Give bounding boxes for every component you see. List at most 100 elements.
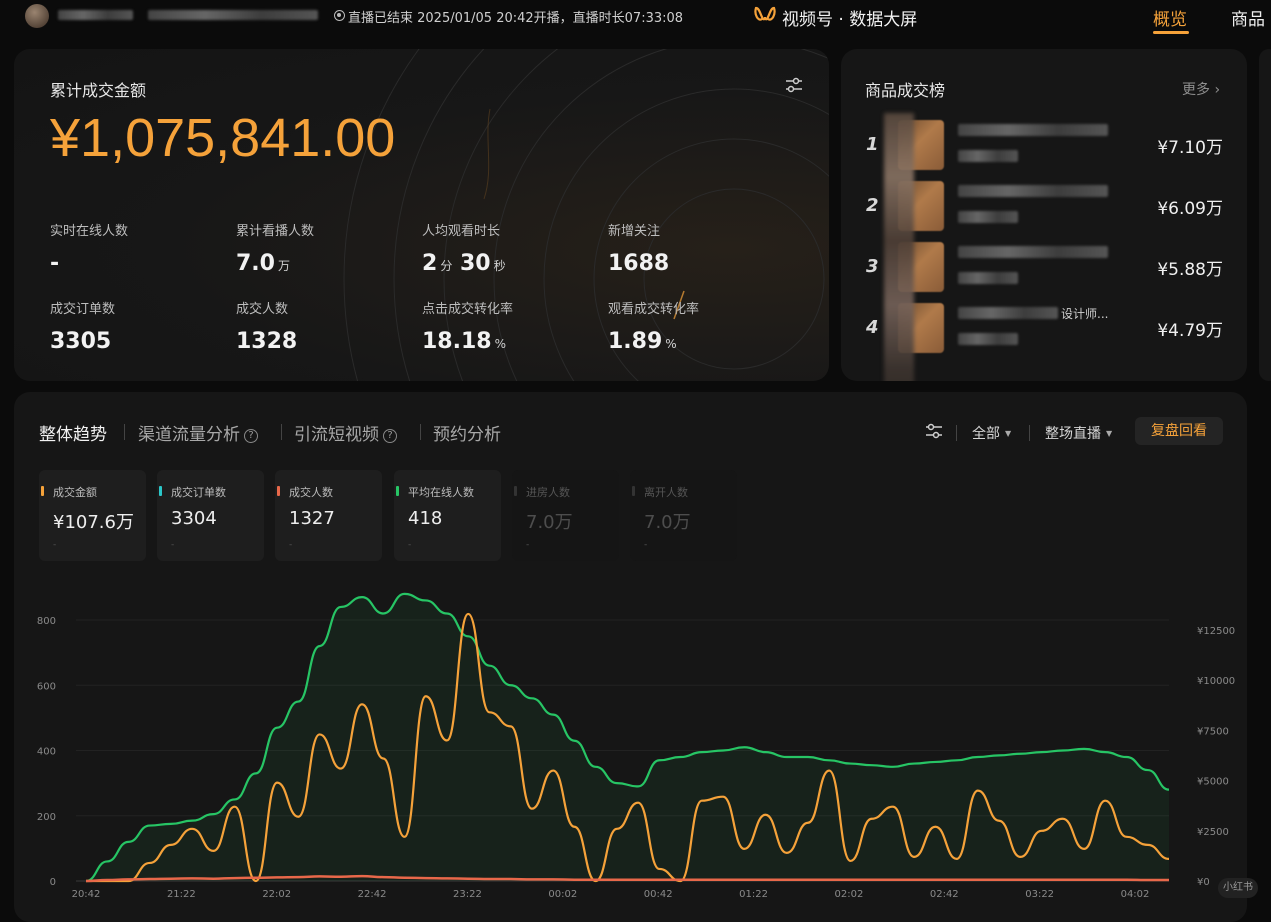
x-tick-label: 21:22 bbox=[167, 889, 196, 900]
replay-review-button[interactable]: 复盘回看 bbox=[1135, 417, 1223, 445]
metric-new-followers: 新增关注 1688 bbox=[608, 220, 669, 276]
kpi-tile-room-exits[interactable]: 离开人数 7.0万 - bbox=[630, 470, 737, 561]
kpi-tile-avg-online[interactable]: 平均在线人数 418 - bbox=[394, 470, 501, 561]
blurred-product-name bbox=[958, 272, 1018, 284]
series-color-marker bbox=[514, 486, 517, 496]
kpi-label: 成交金额 bbox=[53, 486, 97, 499]
kpi-tile-orders[interactable]: 成交订单数 3304 - bbox=[157, 470, 264, 561]
kpi-change: - bbox=[408, 540, 412, 550]
tab-divider bbox=[281, 424, 282, 440]
blurred-product-name bbox=[958, 246, 1108, 258]
kpi-tile-room-entries[interactable]: 进房人数 7.0万 - bbox=[512, 470, 619, 561]
blurred-product-name bbox=[958, 307, 1058, 319]
metric-value: 7.0 万 bbox=[236, 251, 290, 276]
y-left-tick-label: 400 bbox=[37, 747, 56, 758]
kpi-tile-buyers[interactable]: 成交人数 1327 - bbox=[275, 470, 382, 561]
x-tick-label: 02:02 bbox=[834, 889, 863, 900]
channels-logo-icon bbox=[754, 6, 776, 21]
metric-label: 新增关注 bbox=[608, 224, 661, 239]
metric-view-conversion: 观看成交转化率 1.89% bbox=[608, 298, 699, 354]
kpi-change: - bbox=[526, 540, 530, 550]
help-icon[interactable]: ? bbox=[383, 429, 397, 443]
metric-label: 观看成交转化率 bbox=[608, 302, 700, 317]
tab-short-videos[interactable]: 引流短视频? bbox=[294, 420, 397, 445]
y-left-tick-label: 200 bbox=[37, 812, 56, 823]
kpi-value: 1327 bbox=[289, 508, 335, 529]
kpi-value: 418 bbox=[408, 508, 443, 529]
metric-value: 2分 30 秒 bbox=[422, 251, 506, 276]
trend-chart[interactable]: 0 200 400 600 800 ¥0 ¥2500 ¥5000 ¥7500 ¥10000 ¥125… bbox=[14, 572, 1247, 912]
x-tick-label: 02:42 bbox=[930, 889, 959, 900]
x-tick-label: 23:22 bbox=[453, 889, 482, 900]
partial-side-card bbox=[1259, 49, 1271, 381]
summary-card: 累计成交金额 ¥1,075,841.00 实时在线人数 - 累计看播人数 7.0… bbox=[14, 49, 829, 381]
nav-tab-products[interactable]: 商品 bbox=[1231, 5, 1265, 30]
kpi-value: 3304 bbox=[171, 508, 217, 529]
y-right-tick-label: ¥2500 bbox=[1197, 827, 1229, 838]
kpi-label: 离开人数 bbox=[644, 486, 688, 499]
help-icon[interactable]: ? bbox=[244, 429, 258, 443]
nav-tab-overview[interactable]: 概览 bbox=[1153, 5, 1187, 30]
kpi-label: 成交人数 bbox=[289, 486, 333, 499]
series-color-marker bbox=[396, 486, 399, 496]
product-ranking-card: 商品成交榜 更多 › 1 ¥7.10万 2 ¥6.09万 3 ¥5.88万 4 … bbox=[841, 49, 1247, 381]
rank-number: 1 bbox=[866, 134, 879, 155]
product-name-tail: 设计师... bbox=[1061, 307, 1109, 321]
rank-amount: ¥7.10万 bbox=[1157, 138, 1223, 158]
kpi-label: 进房人数 bbox=[526, 486, 570, 499]
metric-online-now: 实时在线人数 - bbox=[50, 220, 128, 276]
kpi-change: - bbox=[644, 540, 648, 550]
metric-label: 成交订单数 bbox=[50, 302, 116, 317]
kpi-tile-gmv[interactable]: 成交金额 ¥107.6万 - bbox=[39, 470, 146, 561]
metric-buyers: 成交人数 1328 bbox=[236, 298, 297, 354]
streamer-avatar[interactable] bbox=[25, 4, 49, 28]
series-color-marker bbox=[277, 486, 280, 496]
kpi-change: - bbox=[289, 540, 293, 550]
kpi-label: 平均在线人数 bbox=[408, 486, 474, 499]
privacy-mosaic bbox=[884, 113, 914, 381]
tab-divider bbox=[420, 424, 421, 440]
blurred-product-name bbox=[958, 124, 1108, 136]
x-tick-label: 20:42 bbox=[72, 889, 101, 900]
trend-card: 整体趋势 渠道流量分析? 引流短视频? 预约分析 全部 ▼ 整场直播 ▼ 复盘回看 … bbox=[14, 392, 1247, 922]
online-area bbox=[86, 593, 1169, 881]
kpi-change: - bbox=[53, 540, 57, 550]
rank-number: 4 bbox=[866, 317, 879, 338]
metric-value: 1688 bbox=[608, 251, 670, 276]
tab-channel-traffic[interactable]: 渠道流量分析? bbox=[138, 420, 258, 445]
settings-sliders-icon[interactable] bbox=[925, 423, 943, 439]
metric-value: 1.89% bbox=[608, 329, 677, 354]
blurred-product-name bbox=[958, 211, 1018, 223]
metric-value: 1328 bbox=[236, 329, 298, 354]
period-dropdown[interactable]: 整场直播 ▼ bbox=[1045, 423, 1112, 443]
x-tick-label: 22:42 bbox=[358, 889, 387, 900]
y-right-tick-label: ¥7500 bbox=[1197, 726, 1229, 737]
corner-watermark: 小红书 bbox=[1218, 878, 1258, 898]
series-color-marker bbox=[159, 486, 162, 496]
metric-value: - bbox=[50, 251, 60, 276]
x-tick-label: 04:02 bbox=[1121, 889, 1150, 900]
gmv-label: 累计成交金额 bbox=[50, 81, 147, 100]
nav-active-indicator bbox=[1153, 31, 1189, 34]
series-color-marker bbox=[41, 486, 44, 496]
blurred-streamer-name bbox=[58, 10, 133, 20]
rank-number: 2 bbox=[866, 195, 879, 216]
kpi-value: 7.0万 bbox=[644, 512, 691, 533]
blurred-product-name bbox=[958, 150, 1018, 162]
kpi-value: ¥107.6万 bbox=[53, 512, 134, 533]
metric-click-conversion: 点击成交转化率 18.18% bbox=[422, 298, 513, 354]
blurred-live-title bbox=[148, 10, 318, 20]
gmv-value: ¥1,075,841.00 bbox=[50, 108, 396, 168]
settings-sliders-icon[interactable] bbox=[785, 77, 803, 93]
tab-reservation[interactable]: 预约分析 bbox=[433, 420, 501, 445]
tab-divider bbox=[124, 424, 125, 440]
kpi-label: 成交订单数 bbox=[171, 486, 226, 499]
y-right-tick-label: ¥0 bbox=[1197, 877, 1210, 888]
tab-divider bbox=[956, 425, 957, 441]
ranking-more-link[interactable]: 更多 › bbox=[1182, 79, 1220, 99]
y-left-tick-label: 800 bbox=[37, 616, 56, 627]
scope-dropdown[interactable]: 全部 ▼ bbox=[972, 423, 1011, 443]
tab-overall-trend[interactable]: 整体趋势 bbox=[39, 420, 107, 445]
blurred-product-name bbox=[958, 185, 1108, 197]
metric-label: 成交人数 bbox=[236, 302, 289, 317]
